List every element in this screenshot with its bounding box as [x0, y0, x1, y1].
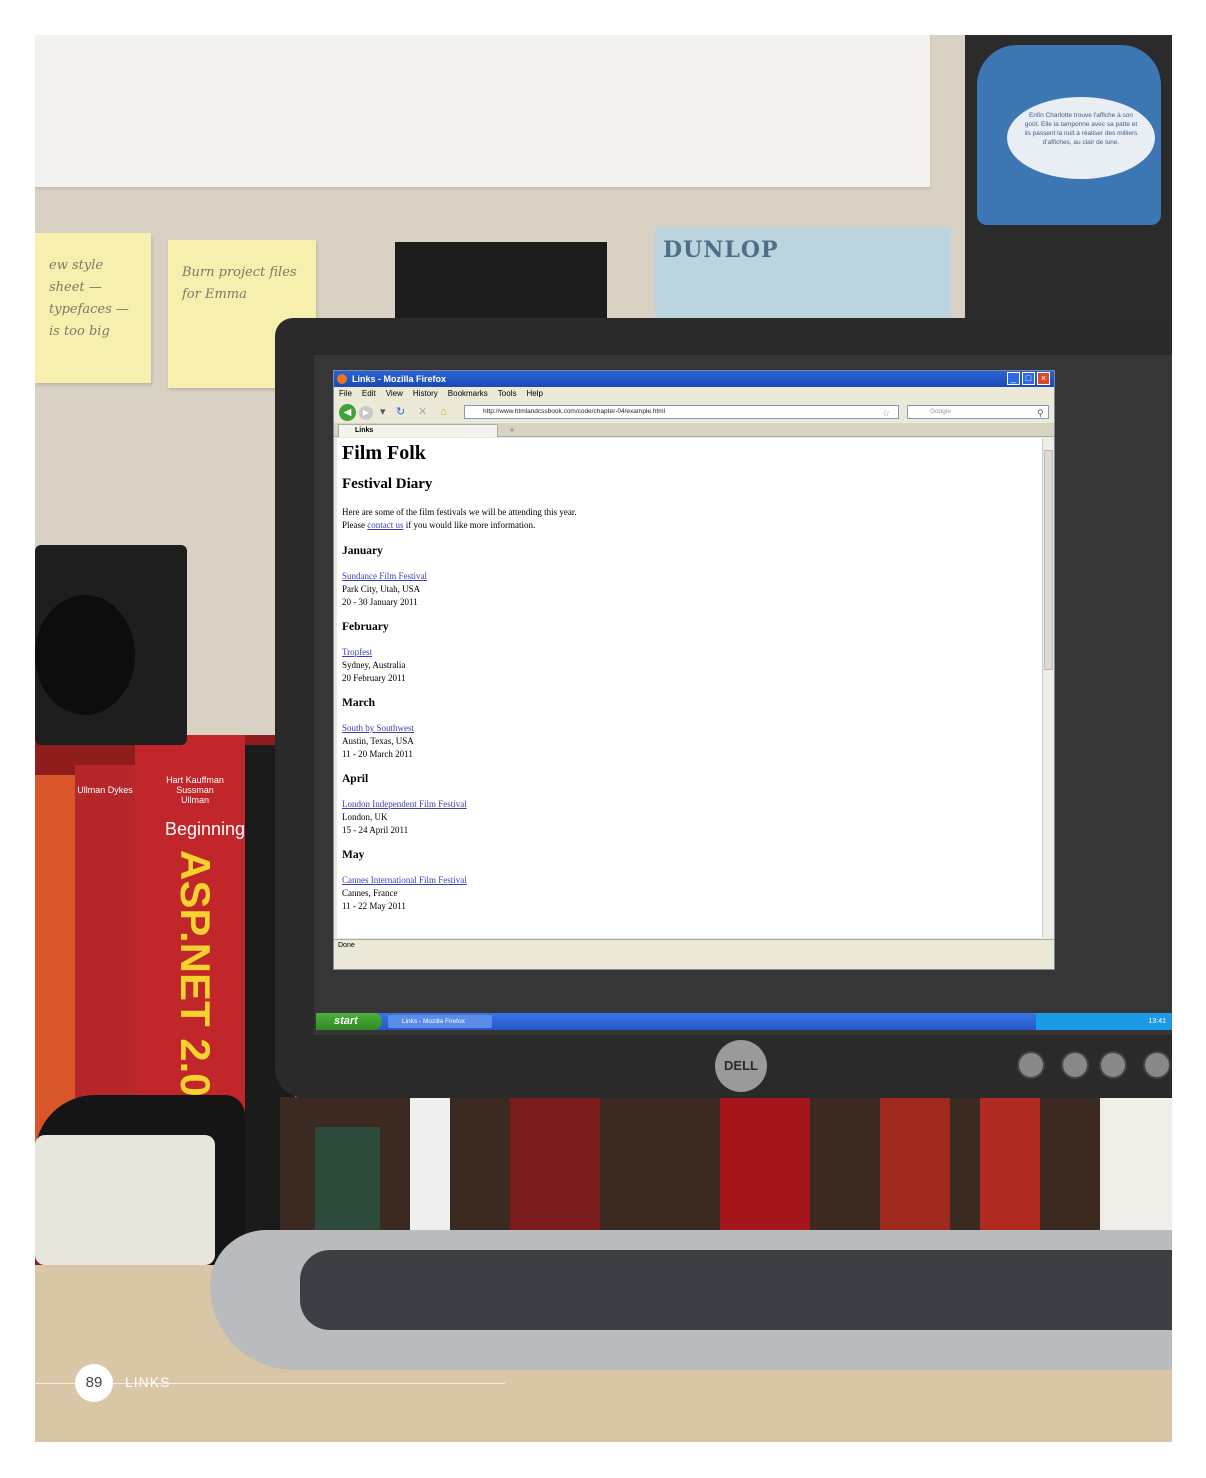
festival-entry: South by Southwest Austin, Texas, USA 11 -…: [342, 722, 1037, 761]
headphones-cup: [35, 1135, 215, 1265]
firefox-icon: [337, 374, 347, 384]
menu-history[interactable]: History: [408, 387, 443, 401]
url-text: http://www.htmlandcssbook.com/code/chapt…: [483, 408, 666, 415]
intro-paragraph: Here are some of the film festivals we w…: [342, 506, 1037, 532]
close-icon[interactable]: ×: [1037, 372, 1050, 385]
dell-logo: DELL: [715, 1040, 767, 1092]
postcard-brand: DUNLOP: [663, 237, 779, 263]
page-number: 89: [75, 1364, 113, 1402]
festival-location: Austin, Texas, USA: [342, 736, 414, 746]
maximize-icon[interactable]: □: [1022, 372, 1035, 385]
festival-link[interactable]: Cannes International Film Festival: [342, 875, 467, 885]
festival-dates: 20 February 2011: [342, 673, 406, 683]
back-icon[interactable]: ◀: [339, 404, 356, 421]
home-icon[interactable]: ⌂: [440, 405, 447, 419]
book-big-title: ASP.NET 2.0: [172, 850, 219, 1097]
page-subtitle: Festival Diary: [342, 476, 433, 492]
page-title: Film Folk: [342, 442, 426, 464]
window-title: Links - Mozilla Firefox: [352, 374, 447, 384]
stop-icon[interactable]: ✕: [418, 405, 427, 419]
new-tab-icon[interactable]: +: [504, 425, 520, 436]
intro-text: if you would like more information.: [403, 520, 536, 530]
poster-caption: Enfin Charlotte trouve l'affiche à son g…: [1007, 97, 1155, 179]
section-label: LINKS: [125, 1374, 171, 1390]
festival-link[interactable]: Sundance Film Festival: [342, 571, 427, 581]
intro-line: Here are some of the film festivals we w…: [342, 507, 577, 517]
festival-link[interactable]: Tropfest: [342, 647, 372, 657]
vertical-scrollbar[interactable]: [1042, 438, 1054, 938]
desk-photo: ew style sheet — typefaces — is too big …: [35, 35, 1172, 1442]
menu-file[interactable]: File: [334, 387, 357, 401]
firefox-window: Links - Mozilla Firefox _ □ × File Edit Vi…: [333, 370, 1055, 970]
search-box[interactable]: Google: [907, 405, 1049, 419]
festival-dates: 20 - 30 January 2011: [342, 597, 418, 607]
menu-bar: File Edit View History Bookmarks Tools Help: [334, 387, 1054, 401]
sticky-note: ew style sheet — typefaces — is too big: [35, 233, 151, 383]
tab-label: Links: [355, 427, 374, 434]
festival-location: Park City, Utah, USA: [342, 584, 421, 594]
festival-entry: Sundance Film Festival Park City, Utah, U…: [342, 570, 1037, 609]
scrollbar-thumb[interactable]: [1044, 450, 1053, 670]
menu-edit[interactable]: Edit: [357, 387, 381, 401]
menu-tools[interactable]: Tools: [493, 387, 522, 401]
status-bar: Done: [334, 939, 1054, 951]
festival-dates: 11 - 20 March 2011: [342, 749, 413, 759]
monitor-down-button[interactable]: [1061, 1051, 1089, 1079]
camera-lens: [35, 595, 135, 715]
festival-entry: Tropfest Sydney, Australia 20 February 201…: [342, 646, 1037, 685]
tab-links[interactable]: Links: [338, 424, 498, 437]
menu-view[interactable]: View: [381, 387, 408, 401]
book-authors: Hart Kauffman Sussman Ullman: [166, 775, 224, 805]
taskbar-firefox-button[interactable]: Links - Mozilla Firefox: [388, 1015, 492, 1028]
menu-bookmarks[interactable]: Bookmarks: [443, 387, 493, 401]
festival-location: Cannes, France: [342, 888, 398, 898]
festival-dates: 15 - 24 April 2011: [342, 825, 409, 835]
menu-help[interactable]: Help: [521, 387, 547, 401]
monitor-power-button[interactable]: [1143, 1051, 1171, 1079]
festival-entry: London Independent Film Festival London, …: [342, 798, 1037, 837]
contact-link[interactable]: contact us: [367, 520, 403, 530]
tab-bar: Links +: [334, 423, 1054, 437]
illustrated-poster: Enfin Charlotte trouve l'affiche à son g…: [965, 35, 1172, 318]
keyboard-keys: [300, 1250, 1172, 1330]
clock: 13:41: [1148, 1018, 1166, 1025]
festival-location: London, UK: [342, 812, 388, 822]
system-tray: 13:41: [1036, 1013, 1172, 1030]
month-heading: January: [342, 545, 383, 557]
festival-link[interactable]: London Independent Film Festival: [342, 799, 467, 809]
search-placeholder: Google: [930, 408, 951, 415]
reload-icon[interactable]: ↻: [396, 405, 405, 419]
windows-taskbar: start Links - Mozilla Firefox 13:41: [316, 1013, 1172, 1030]
address-bar[interactable]: http://www.htmlandcssbook.com/code/chapt…: [464, 405, 899, 419]
search-icon[interactable]: ⚲: [1037, 406, 1044, 420]
month-heading: May: [342, 849, 365, 861]
navigation-toolbar: ◀ ▶ ▾ ↻ ✕ ⌂ http://www.htmlandcssbook.co…: [334, 401, 1054, 423]
forward-icon[interactable]: ▶: [359, 406, 373, 420]
bookmark-star-icon[interactable]: ☆: [882, 406, 890, 420]
minimize-icon[interactable]: _: [1007, 372, 1020, 385]
status-text: Done: [338, 942, 355, 949]
poster-panel: Enfin Charlotte trouve l'affiche à son g…: [977, 45, 1161, 225]
festival-entry: Cannes International Film Festival Cannes…: [342, 874, 1037, 913]
month-heading: February: [342, 621, 389, 633]
window-titlebar: Links - Mozilla Firefox: [334, 371, 1054, 387]
book-title: Beginning: [165, 819, 246, 839]
start-button[interactable]: start: [316, 1013, 382, 1030]
festival-location: Sydney, Australia: [342, 660, 406, 670]
history-dropdown-icon[interactable]: ▾: [380, 405, 386, 419]
monitor-up-button[interactable]: [1099, 1051, 1127, 1079]
festival-dates: 11 - 22 May 2011: [342, 901, 406, 911]
festival-link[interactable]: South by Southwest: [342, 723, 414, 733]
book-authors: Ullman Dykes: [77, 785, 133, 795]
intro-text: Please: [342, 520, 368, 530]
month-heading: April: [342, 773, 369, 785]
monitor-menu-button[interactable]: [1017, 1051, 1045, 1079]
month-heading: March: [342, 697, 376, 709]
wall-paper: [35, 35, 930, 187]
page-content: Film Folk Festival Diary Here are some o…: [337, 438, 1042, 938]
